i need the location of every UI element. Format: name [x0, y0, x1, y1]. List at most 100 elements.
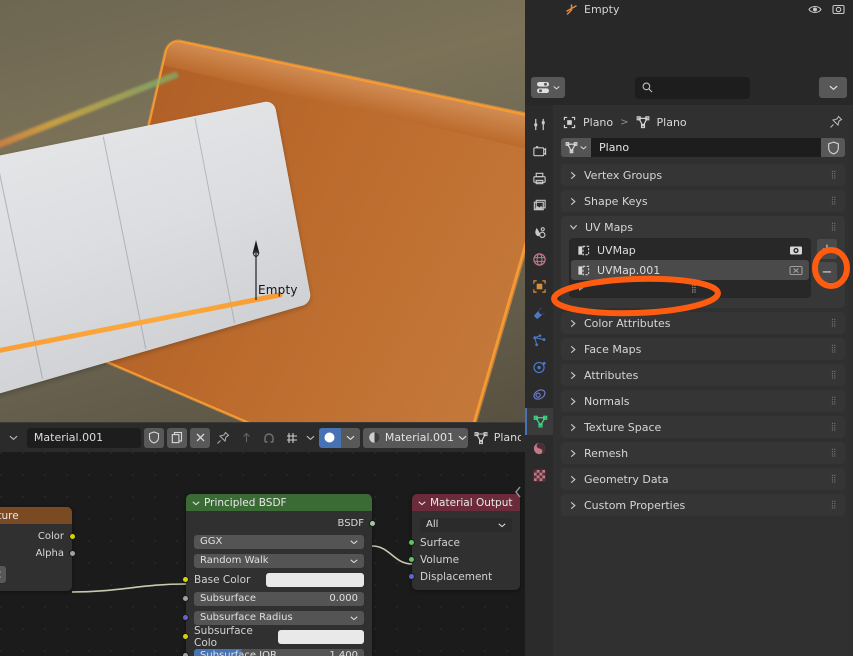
camera-disabled-icon[interactable] [789, 264, 803, 276]
panel-face-maps[interactable]: Face Maps ⣿ [561, 338, 845, 360]
panel-header[interactable]: Attributes ⣿ [561, 364, 845, 386]
node-input-subsurface[interactable]: Subsurface 0.000 [186, 589, 372, 608]
node-output-bsdf[interactable]: BSDF [186, 515, 372, 532]
node-input-surface[interactable]: Surface [412, 534, 520, 551]
base-color-swatch[interactable] [266, 573, 364, 587]
uv-maps-list-footer[interactable]: ⣿ [571, 280, 809, 296]
pin-icon[interactable] [213, 428, 233, 448]
tab-object[interactable] [525, 273, 553, 300]
tab-view-layer[interactable] [525, 192, 553, 219]
search-input[interactable] [635, 77, 750, 99]
uv-maps-buttons[interactable]: + − [817, 238, 837, 298]
socket-displacement-in[interactable] [408, 573, 415, 580]
socket-surface-in[interactable] [408, 539, 415, 546]
drag-grip-icon[interactable]: ⣿ [831, 198, 837, 204]
camera-icon[interactable] [832, 3, 845, 15]
node-input-volume[interactable]: Volume [412, 551, 520, 568]
panel-header[interactable]: Remesh ⣿ [561, 442, 845, 464]
socket-color-out[interactable] [69, 533, 76, 540]
node-image-texture[interactable]: Image Texture Color Alpha [0, 507, 72, 591]
triangle-right-icon[interactable] [577, 284, 585, 292]
socket-subsurface-in[interactable] [182, 595, 189, 602]
tab-output[interactable] [525, 165, 553, 192]
panel-shape-keys[interactable]: Shape Keys ⣿ [561, 190, 845, 212]
node-input-base-color[interactable]: Base Color [186, 570, 372, 589]
panel-header[interactable]: Vertex Groups ⣿ [561, 164, 845, 186]
breadcrumb[interactable]: Plano > Plano [561, 111, 845, 133]
3d-viewport[interactable]: Empty [0, 0, 525, 422]
material-slot-dropdown[interactable]: Material.001 [363, 428, 468, 448]
uv-map-name[interactable]: UVMap [597, 244, 636, 257]
editor-type-chevron-icon[interactable] [4, 428, 24, 448]
material-name-field[interactable]: Material.001 [27, 428, 141, 448]
node-canvas[interactable]: Image Texture Color Alpha [0, 452, 525, 656]
panel-normals[interactable]: Normals ⣿ [561, 390, 845, 412]
copy-icon[interactable] [167, 428, 187, 448]
node-header[interactable]: Image Texture [0, 507, 72, 524]
tab-material[interactable] [525, 435, 553, 462]
properties-tab-strip[interactable] [525, 105, 553, 656]
tab-data[interactable] [525, 408, 553, 435]
tab-particles[interactable] [525, 327, 553, 354]
drag-grip-icon[interactable]: ⣿ [831, 424, 837, 430]
drag-grip-icon[interactable]: ⣿ [831, 224, 837, 230]
uv-maps-list[interactable]: UVMap UVMap.001 ⣿ [569, 238, 811, 298]
chevron-down-icon[interactable] [819, 77, 847, 98]
outliner-row-empty[interactable]: Empty [525, 0, 853, 18]
shield-icon[interactable] [821, 138, 845, 157]
drag-grip-icon[interactable]: ⣿ [831, 476, 837, 482]
arrow-up-icon[interactable] [236, 428, 256, 448]
panel-vertex-groups[interactable]: Vertex Groups ⣿ [561, 164, 845, 186]
mesh-name-value[interactable]: Plano [591, 138, 821, 157]
subsurface-color-swatch[interactable] [278, 630, 364, 644]
uv-map-name[interactable]: UVMap.001 [597, 264, 660, 277]
camera-icon[interactable] [789, 244, 803, 256]
eye-icon[interactable] [808, 4, 822, 15]
node-output-alpha[interactable]: Alpha [0, 545, 72, 562]
panel-color-attributes[interactable]: Color Attributes ⣿ [561, 312, 845, 334]
node-principled-bsdf[interactable]: Principled BSDF BSDF GGX Random Walk Bas… [186, 494, 372, 656]
x-icon[interactable] [190, 428, 210, 448]
shield-icon[interactable] [144, 428, 164, 448]
editor-type-icon[interactable] [531, 77, 565, 98]
tab-world[interactable] [525, 246, 553, 273]
socket-volume-in[interactable] [408, 556, 415, 563]
node-material-output[interactable]: Material Output All Surface Volume Displ… [412, 494, 520, 590]
node-target-dropdown[interactable]: All [412, 515, 520, 534]
drag-grip-icon[interactable]: ⣿ [831, 398, 837, 404]
node-input-displacement[interactable]: Displacement [412, 568, 520, 585]
remove-uv-map-button[interactable]: − [817, 262, 837, 282]
panel-header[interactable]: Shape Keys ⣿ [561, 190, 845, 212]
resize-grip-icon[interactable]: ⣿ [691, 284, 697, 293]
socket-bsdf-out[interactable] [369, 520, 376, 527]
breadcrumb-object[interactable]: Plano [583, 116, 613, 129]
panel-attributes[interactable]: Attributes ⣿ [561, 364, 845, 386]
panel-header[interactable]: Texture Space ⣿ [561, 416, 845, 438]
node-subsurface-method-dropdown[interactable]: Random Walk [186, 551, 372, 570]
panel-geometry-data[interactable]: Geometry Data ⣿ [561, 468, 845, 490]
socket-subsurface-radius-in[interactable] [182, 614, 189, 621]
tab-physics[interactable] [525, 354, 553, 381]
mesh-name-field[interactable]: Plano [561, 138, 845, 157]
panel-header[interactable]: Custom Properties ⣿ [561, 494, 845, 516]
mesh-data-icon[interactable] [561, 138, 591, 157]
tab-render[interactable] [525, 138, 553, 165]
panel-header[interactable]: UV Maps ⣿ [561, 216, 845, 238]
sidebar-toggle-arrow[interactable] [513, 485, 523, 499]
drag-grip-icon[interactable]: ⣿ [831, 320, 837, 326]
properties-content[interactable]: Plano > Plano Plano Vertex Groups ⣿ Shap… [553, 105, 853, 656]
tab-tool[interactable] [525, 111, 553, 138]
drag-grip-icon[interactable]: ⣿ [831, 172, 837, 178]
socket-subsurface-ior-in[interactable] [182, 652, 189, 656]
tab-scene[interactable] [525, 219, 553, 246]
panel-texture-space[interactable]: Texture Space ⣿ [561, 416, 845, 438]
node-header[interactable]: Principled BSDF [186, 494, 372, 511]
x-icon[interactable] [0, 566, 6, 583]
drag-grip-icon[interactable]: ⣿ [831, 502, 837, 508]
socket-base-color-in[interactable] [182, 576, 189, 583]
shading-mode-group[interactable] [319, 428, 360, 448]
properties-editor[interactable]: Plano > Plano Plano Vertex Groups ⣿ Shap… [525, 70, 853, 656]
snap-grid-icon[interactable] [282, 428, 302, 448]
tab-texture[interactable] [525, 462, 553, 489]
tab-constraints[interactable] [525, 381, 553, 408]
